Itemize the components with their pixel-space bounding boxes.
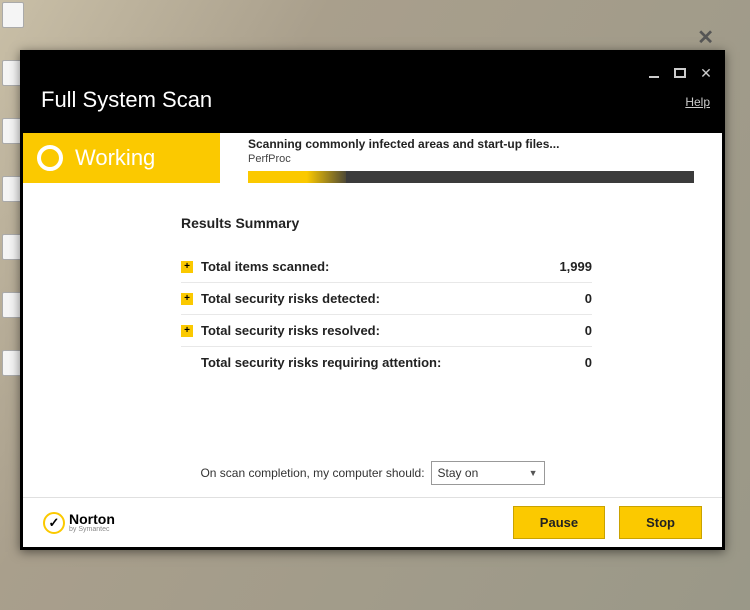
norton-logo: ✓ Norton by Symantec — [43, 512, 115, 534]
summary-row-detected: + Total security risks detected: 0 — [181, 283, 592, 315]
footer: ✓ Norton by Symantec Pause Stop — [23, 497, 722, 547]
row-label: Total security risks detected: — [201, 291, 532, 306]
completion-selected: Stay on — [438, 466, 479, 480]
row-value: 1,999 — [532, 259, 592, 274]
stop-button[interactable]: Stop — [619, 506, 702, 539]
window-controls: ✕ — [646, 65, 714, 81]
row-value: 0 — [532, 291, 592, 306]
summary-row-resolved: + Total security risks resolved: 0 — [181, 315, 592, 347]
norton-check-icon: ✓ — [43, 512, 65, 534]
expand-icon[interactable]: + — [181, 261, 193, 273]
scan-info: Scanning commonly infected areas and sta… — [220, 133, 722, 183]
summary-row-attention: Total security risks requiring attention… — [181, 347, 592, 378]
row-label: Total security risks requiring attention… — [201, 355, 532, 370]
minimize-button[interactable] — [646, 65, 662, 81]
working-icon — [37, 145, 63, 171]
pause-button[interactable]: Pause — [513, 506, 605, 539]
row-label: Total security risks resolved: — [201, 323, 532, 338]
summary-title: Results Summary — [181, 215, 592, 231]
progress-fill — [248, 171, 346, 183]
completion-select[interactable]: Stay on ▼ — [431, 461, 545, 485]
brand-byline: by Symantec — [69, 526, 115, 533]
brand-name: Norton — [69, 512, 115, 526]
completion-label: On scan completion, my computer should: — [200, 466, 424, 480]
expand-icon[interactable]: + — [181, 293, 193, 305]
status-row: Working Scanning commonly infected areas… — [23, 133, 722, 183]
scan-message: Scanning commonly infected areas and sta… — [248, 137, 708, 151]
status-label: Working — [75, 145, 155, 171]
scan-window: ✕ Full System Scan ✕ Help Working Scanni… — [20, 50, 725, 550]
results-summary: Results Summary + Total items scanned: 1… — [23, 193, 722, 378]
desktop-shortcut[interactable] — [2, 2, 24, 28]
outer-close-icon[interactable]: ✕ — [697, 25, 714, 50]
chevron-down-icon: ▼ — [529, 468, 538, 478]
titlebar: Full System Scan ✕ Help — [23, 53, 722, 133]
row-label: Total items scanned: — [201, 259, 532, 274]
window-title: Full System Scan — [41, 87, 212, 113]
summary-row-scanned: + Total items scanned: 1,999 — [181, 251, 592, 283]
expand-icon[interactable]: + — [181, 325, 193, 337]
content-area: Working Scanning commonly infected areas… — [23, 133, 722, 547]
row-value: 0 — [532, 323, 592, 338]
scan-current-file: PerfProc — [248, 153, 708, 165]
maximize-button[interactable] — [672, 65, 688, 81]
completion-row: On scan completion, my computer should: … — [23, 461, 722, 485]
row-value: 0 — [532, 355, 592, 370]
help-link[interactable]: Help — [685, 95, 710, 109]
close-button[interactable]: ✕ — [698, 65, 714, 81]
status-badge: Working — [23, 133, 220, 183]
progress-bar — [248, 171, 694, 183]
